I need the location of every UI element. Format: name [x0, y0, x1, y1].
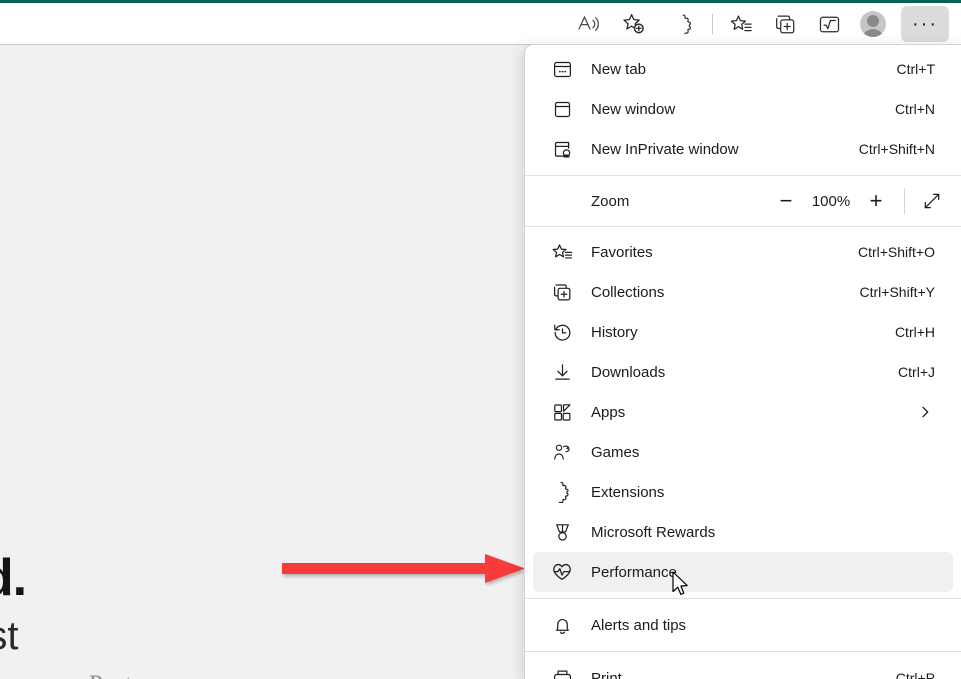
menu-item-shortcut: Ctrl+P — [896, 670, 939, 679]
add-favorite-icon[interactable] — [616, 3, 652, 45]
collections-icon[interactable] — [767, 7, 803, 41]
menu-item-performance[interactable]: Performance — [533, 552, 953, 592]
new-tab-icon — [549, 56, 575, 82]
zoom-divider — [904, 188, 905, 214]
menu-item-label: Microsoft Rewards — [591, 524, 935, 541]
alerts-and-tips-icon — [549, 612, 575, 638]
read-aloud-icon[interactable] — [570, 7, 608, 41]
menu-item-label: Collections — [591, 284, 860, 301]
toolbar-divider — [712, 14, 713, 34]
menu-item-label: Print — [591, 670, 896, 679]
microsoft-rewards-icon — [549, 519, 575, 545]
chevron-right-icon — [917, 404, 939, 420]
menu-item-label: Alerts and tips — [591, 617, 935, 634]
hero-text-block: ed. first — [0, 551, 374, 659]
edge-settings-menu: New tab Ctrl+T New window Ctrl+N — [524, 44, 961, 679]
menu-item-shortcut: Ctrl+Shift+N — [859, 141, 939, 157]
menu-item-extensions[interactable]: Extensions — [533, 472, 953, 512]
zoom-controls: − 100% + — [768, 184, 953, 218]
hero-heading: ed. — [0, 551, 374, 605]
settings-and-more-icon[interactable]: ··· — [901, 6, 949, 42]
site-watermark: groovyPost.com — [18, 671, 181, 679]
menu-item-shortcut: Ctrl+Shift+Y — [860, 284, 939, 300]
menu-item-shortcut: Ctrl+Shift+O — [858, 244, 939, 260]
print-icon — [549, 665, 575, 679]
menu-zoom-row: Zoom − 100% + — [533, 176, 953, 226]
menu-item-collections[interactable]: Collections Ctrl+Shift+Y — [533, 272, 953, 312]
menu-item-new-tab[interactable]: New tab Ctrl+T — [533, 49, 953, 89]
favorites-icon — [549, 239, 575, 265]
browser-window: ··· ed. first groovyPost.com — [0, 0, 961, 679]
menu-item-downloads[interactable]: Downloads Ctrl+J — [533, 352, 953, 392]
menu-item-shortcut: Ctrl+H — [895, 324, 939, 340]
menu-item-new-window[interactable]: New window Ctrl+N — [533, 89, 953, 129]
extensions-icon — [549, 479, 575, 505]
fullscreen-icon[interactable] — [911, 184, 953, 218]
menu-item-print[interactable]: Print Ctrl+P — [533, 658, 953, 679]
settings-glyph: ··· — [912, 13, 938, 36]
downloads-icon — [549, 359, 575, 385]
zoom-out-button[interactable]: − — [768, 184, 804, 218]
menu-item-apps[interactable]: Apps — [533, 392, 953, 432]
zoom-level-value: 100% — [804, 193, 858, 210]
apps-icon — [549, 399, 575, 425]
menu-item-favorites[interactable]: Favorites Ctrl+Shift+O — [533, 232, 953, 272]
math-solver-icon[interactable] — [811, 7, 847, 41]
profile-avatar[interactable] — [855, 7, 891, 41]
menu-item-new-inprivate-window[interactable]: New InPrivate window Ctrl+Shift+N — [533, 129, 953, 169]
inprivate-window-icon — [549, 136, 575, 162]
zoom-label: Zoom — [591, 193, 768, 210]
menu-item-label: History — [591, 324, 895, 341]
menu-item-shortcut: Ctrl+J — [898, 364, 939, 380]
menu-item-label: New InPrivate window — [591, 141, 859, 158]
collections-icon — [549, 279, 575, 305]
avatar — [860, 11, 886, 37]
menu-item-history[interactable]: History Ctrl+H — [533, 312, 953, 352]
menu-item-label: Apps — [591, 404, 917, 421]
zoom-in-button[interactable]: + — [858, 184, 894, 218]
menu-item-label: Downloads — [591, 364, 898, 381]
menu-item-label: New window — [591, 101, 895, 118]
menu-item-shortcut: Ctrl+T — [897, 61, 940, 77]
browser-toolbar: ··· — [0, 3, 961, 45]
menu-item-games[interactable]: Games — [533, 432, 953, 472]
menu-item-label: Games — [591, 444, 935, 461]
menu-item-alerts-and-tips[interactable]: Alerts and tips — [533, 605, 953, 645]
menu-item-label: Favorites — [591, 244, 858, 261]
toolbar-icon-group: ··· — [566, 3, 961, 45]
history-icon — [549, 319, 575, 345]
menu-item-shortcut: Ctrl+N — [895, 101, 939, 117]
games-icon — [549, 439, 575, 465]
menu-item-label: New tab — [591, 61, 897, 78]
menu-item-label: Extensions — [591, 484, 935, 501]
performance-icon — [549, 559, 575, 585]
extensions-icon[interactable] — [666, 7, 702, 41]
hero-subheading: first — [0, 613, 374, 659]
favorites-icon[interactable] — [723, 7, 759, 41]
menu-item-microsoft-rewards[interactable]: Microsoft Rewards — [533, 512, 953, 552]
menu-item-label: Performance — [591, 564, 935, 581]
new-window-icon — [549, 96, 575, 122]
